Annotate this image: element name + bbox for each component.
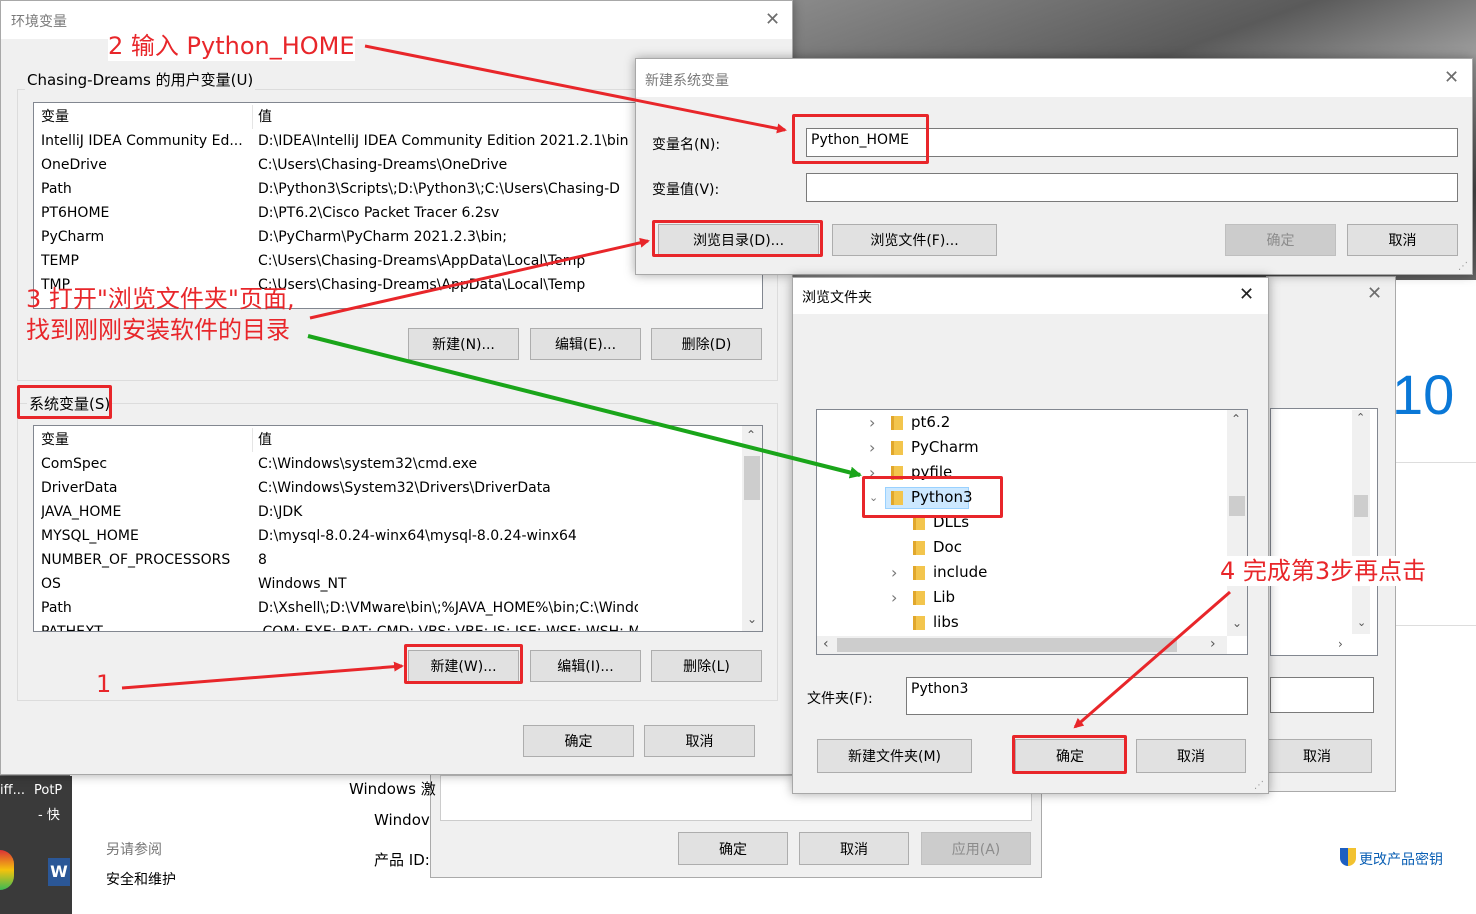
arrow-step3-red xyxy=(309,237,650,320)
annotation-step1: 1 xyxy=(96,670,112,698)
arrow-step2 xyxy=(364,44,787,134)
annotation-step2: 2 输入 Python_HOME xyxy=(108,31,355,61)
annotation-step4: 4 完成第3步再点击 xyxy=(1220,556,1427,586)
annotation-step3-line1: 3 打开"浏览文件夹"页面, xyxy=(26,285,295,313)
arrow-step1 xyxy=(121,661,404,690)
annotation-arrows xyxy=(121,44,1231,729)
annotation-step3-line2: 找到刚刚安装软件的目录 xyxy=(26,316,290,344)
arrow-step4 xyxy=(1073,590,1231,729)
arrow-step3-green xyxy=(307,334,862,479)
